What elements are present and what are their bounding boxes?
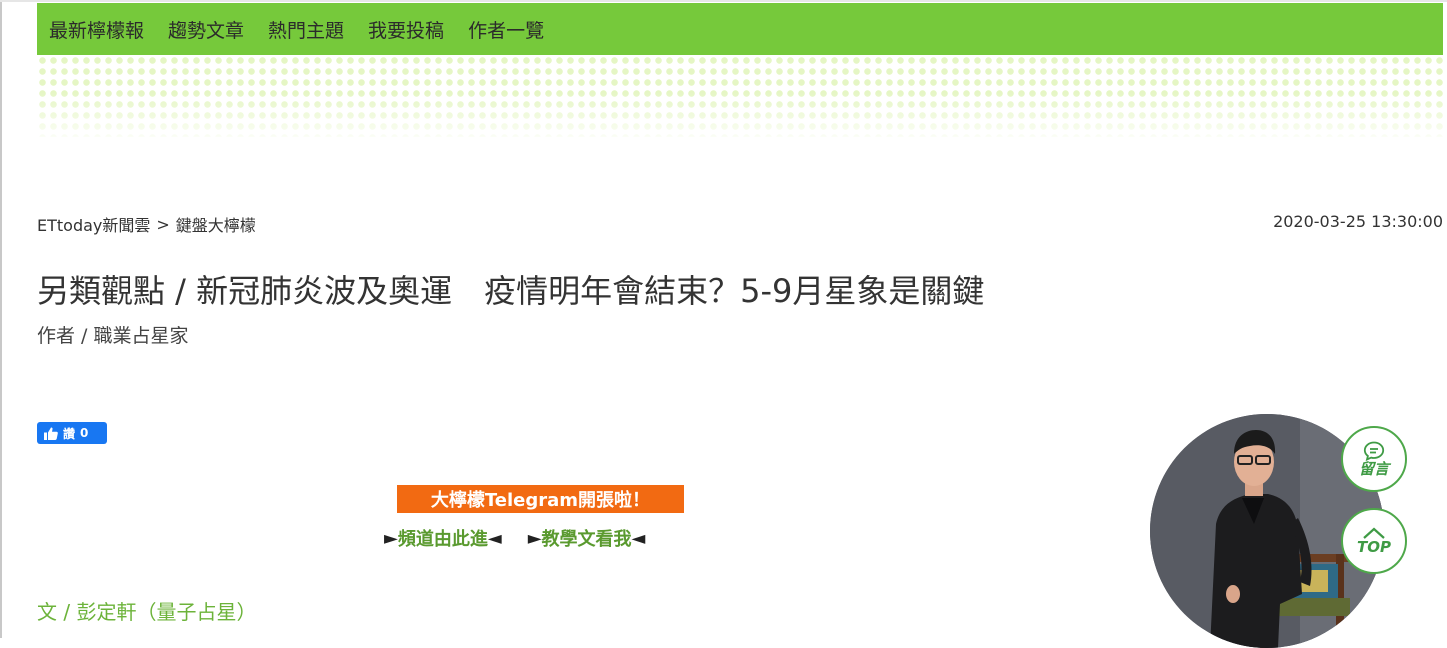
nav-item-latest[interactable]: 最新檸檬報 (49, 16, 144, 43)
breadcrumb: ETtoday新聞雲 > 鍵盤大檸檬 (37, 212, 256, 236)
telegram-tutorial-link[interactable]: 教學文看我 (542, 525, 632, 551)
top-edge (0, 0, 1447, 2)
top-nav: 最新檸檬報 趨勢文章 熱門主題 我要投稿 作者一覽 (37, 3, 1443, 55)
nav-item-trending[interactable]: 趨勢文章 (168, 16, 244, 43)
article-title: 另類觀點 / 新冠肺炎波及奧運 疫情明年會結束？5-9月星象是關鍵 (37, 272, 985, 310)
breadcrumb-root-link[interactable]: ETtoday新聞雲 (37, 212, 150, 236)
breadcrumb-separator: > (156, 214, 170, 234)
arrow-right-icon: ► (384, 527, 398, 549)
publish-date: 2020-03-25 13:30:00 (1273, 212, 1443, 231)
back-to-top-button[interactable]: TOP (1341, 508, 1407, 574)
comment-label: 留言 (1358, 460, 1389, 478)
breadcrumb-section-link[interactable]: 鍵盤大檸檬 (176, 212, 256, 236)
telegram-links: ► 頻道由此進 ◄ ► 教學文看我 ◄ (384, 525, 645, 551)
facebook-like-button[interactable]: 讚 0 (37, 422, 107, 444)
nav-item-authors[interactable]: 作者一覽 (468, 16, 544, 43)
like-count: 0 (80, 426, 89, 440)
nav-item-submit[interactable]: 我要投稿 (368, 16, 444, 43)
telegram-channel-link[interactable]: 頻道由此進 (398, 525, 488, 551)
comment-button[interactable]: 留言 (1341, 426, 1407, 492)
arrow-left-icon: ◄ (631, 527, 646, 549)
arrow-right-icon: ► (527, 527, 542, 549)
article-byline: 文 / 彭定軒（量子占星） (37, 600, 257, 624)
article-author: 作者 / 職業占星家 (37, 325, 189, 347)
nav-item-topics[interactable]: 熱門主題 (268, 16, 344, 43)
like-label: 讚 (63, 426, 76, 441)
header-dot-pattern (37, 55, 1443, 137)
telegram-banner[interactable]: 大檸檬Telegram開張啦！ (397, 485, 684, 513)
chat-bubble-icon (1363, 441, 1385, 461)
top-label: TOP (1357, 538, 1391, 556)
thumbs-up-icon (44, 426, 58, 440)
arrow-left-icon: ◄ (487, 527, 502, 549)
